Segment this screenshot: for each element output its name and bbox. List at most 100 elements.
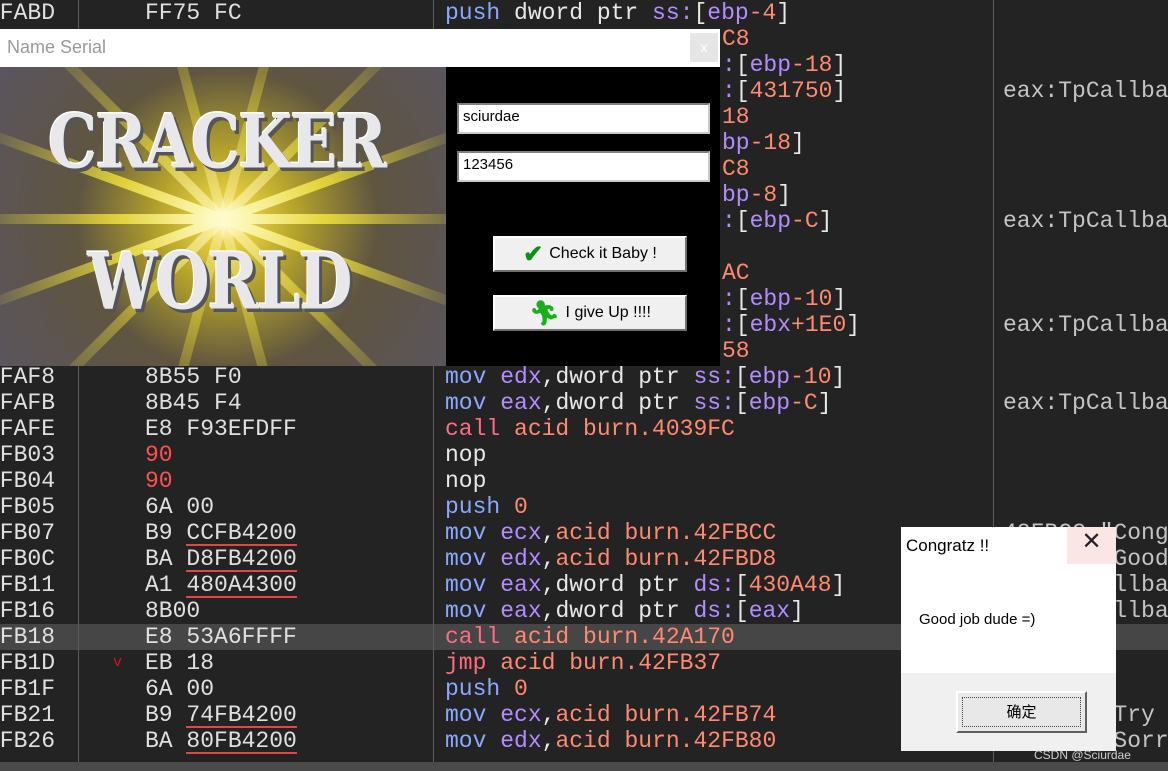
byte-group: 90 xyxy=(145,442,173,468)
bytes: 6A 00 xyxy=(145,676,214,702)
instruction: call acid burn.4039FC xyxy=(445,416,735,442)
bytes: 8B00 xyxy=(145,598,200,624)
instruction-token: dword ptr xyxy=(514,0,653,26)
address: 2FB05 xyxy=(0,494,56,520)
instruction: mov edx,dword ptr ss:[ebp-10] xyxy=(445,364,845,390)
address: 2FB18 xyxy=(0,624,56,650)
address: 2FAFE xyxy=(0,416,56,442)
instruction-token: : xyxy=(722,286,736,312)
instruction-token: 0 xyxy=(514,676,528,702)
instruction-token: ebp xyxy=(748,364,791,390)
instruction: nop xyxy=(445,468,486,494)
ok-button[interactable]: 确定 xyxy=(956,691,1087,733)
instruction-token: bp xyxy=(722,182,750,208)
instruction-token: mov xyxy=(445,390,501,416)
address: 2FB04 xyxy=(0,468,56,494)
byte-group: 6A 00 xyxy=(145,494,215,520)
instruction-token: eax xyxy=(748,598,791,624)
instruction: call acid burn.42A170 xyxy=(445,624,735,650)
byte-group: A1 xyxy=(145,572,187,598)
dialog-message: Good job dude =) xyxy=(919,611,1036,628)
instruction-token: acid burn.42FBCC xyxy=(555,520,777,546)
bytes: E8 F93EFDFF xyxy=(145,416,297,442)
byte-group: B9 xyxy=(145,520,187,546)
instruction-token: mov xyxy=(445,598,501,624)
byte-group: 8B55 F0 xyxy=(145,364,242,390)
instruction-token: mov xyxy=(445,520,501,546)
logo-word: WORLD xyxy=(88,235,353,328)
close-button[interactable]: x xyxy=(690,33,718,62)
instruction-token: ] xyxy=(790,598,804,624)
close-icon[interactable]: ✕ xyxy=(1067,527,1116,564)
serial-input[interactable]: 123456 xyxy=(457,151,710,182)
instruction: mov eax,dword ptr ds:[430A48] xyxy=(445,572,845,598)
byte-group: 8B00 xyxy=(145,598,201,624)
instruction-token: 431750 xyxy=(749,78,833,104)
instruction-token: [ xyxy=(693,0,708,26)
byte-group: 6A 00 xyxy=(145,676,215,702)
horizontal-scrollbar[interactable] xyxy=(0,762,1168,771)
instruction: mov eax,dword ptr ds:[eax] xyxy=(445,598,804,624)
instruction-token: , xyxy=(541,702,556,728)
dialog-footer: 确定 xyxy=(901,673,1116,751)
instruction-token: -18 xyxy=(749,130,792,156)
check-button-label: Check it Baby ! xyxy=(549,245,657,262)
instruction: mov eax,dword ptr ss:[ebp-C] xyxy=(445,390,832,416)
instruction: push 0 xyxy=(445,676,528,702)
instruction-token: edx xyxy=(500,546,542,572)
instruction: mov ecx,acid burn.42FBCC xyxy=(445,520,776,546)
instruction-token: eax xyxy=(500,572,542,598)
instruction-token: ebp xyxy=(749,208,792,234)
bytes: BA 80FB4200 xyxy=(145,728,297,754)
instruction-token: : xyxy=(722,52,736,78)
instruction-token: edx xyxy=(500,728,542,754)
byte-group: D8FB4200 xyxy=(186,546,297,572)
instruction-token: AC xyxy=(722,260,750,286)
byte-group: E8 53A6FFFF xyxy=(145,624,297,650)
instruction-token: 18 xyxy=(722,104,750,130)
instruction: push 0 xyxy=(445,494,528,520)
instruction: bp-18] xyxy=(722,130,805,156)
byte-group: BA xyxy=(145,728,187,754)
instruction-token: ] xyxy=(832,52,847,78)
instruction-token: ecx xyxy=(500,520,542,546)
instruction-token: , xyxy=(541,728,556,754)
instruction-token: ] xyxy=(831,364,846,390)
byte-group: E8 F93EFDFF xyxy=(145,416,297,442)
byte-group: BA xyxy=(145,546,187,572)
comment: eax:TpCallba xyxy=(1003,312,1168,338)
instruction-token: ] xyxy=(846,312,861,338)
instruction-token: 430A48 xyxy=(748,572,832,598)
check-button[interactable]: ✔ Check it Baby ! xyxy=(493,236,687,272)
instruction-token: -C xyxy=(791,208,819,234)
instruction-token: mov xyxy=(445,364,501,390)
instruction-token: ebp xyxy=(749,52,792,78)
comment: eax:TpCallba xyxy=(1003,78,1168,104)
instruction-token: : xyxy=(722,78,736,104)
instruction-token: -10 xyxy=(790,364,832,390)
instruction-token: ] xyxy=(832,286,847,312)
instruction-token: -10 xyxy=(791,286,833,312)
instruction-token: C8 xyxy=(722,156,750,182)
instruction-token: acid burn.42FB74 xyxy=(555,702,777,728)
instruction-token: ss: xyxy=(693,364,735,390)
byte-group: 80FB4200 xyxy=(186,728,297,754)
instruction-token: ,dword ptr xyxy=(541,390,694,416)
name-input[interactable]: sciurdae xyxy=(457,103,710,134)
instruction-token: ] xyxy=(817,390,832,416)
address: 2FAFB xyxy=(0,390,56,416)
bytes: B9 CCFB4200 xyxy=(145,520,297,546)
watermark: CSDN @Sciurdae xyxy=(1034,748,1131,762)
instruction-token: ] xyxy=(776,0,791,26)
address: 2FAF8 xyxy=(0,364,56,390)
checkmark-icon: ✔ xyxy=(523,240,544,268)
bytes: 8B55 F0 xyxy=(145,364,242,390)
instruction: mov ecx,acid burn.42FB74 xyxy=(445,702,776,728)
instruction: :[ebx+1E0] xyxy=(722,312,860,338)
instruction-token: ,dword ptr xyxy=(541,364,694,390)
byte-group: EB 18 xyxy=(145,650,215,676)
instruction-token: -18 xyxy=(791,52,833,78)
give-up-button[interactable]: 🏃︎ I give Up !!!! xyxy=(493,295,687,331)
instruction-token: acid burn.42FB80 xyxy=(555,728,777,754)
instruction-token: ] xyxy=(777,182,792,208)
